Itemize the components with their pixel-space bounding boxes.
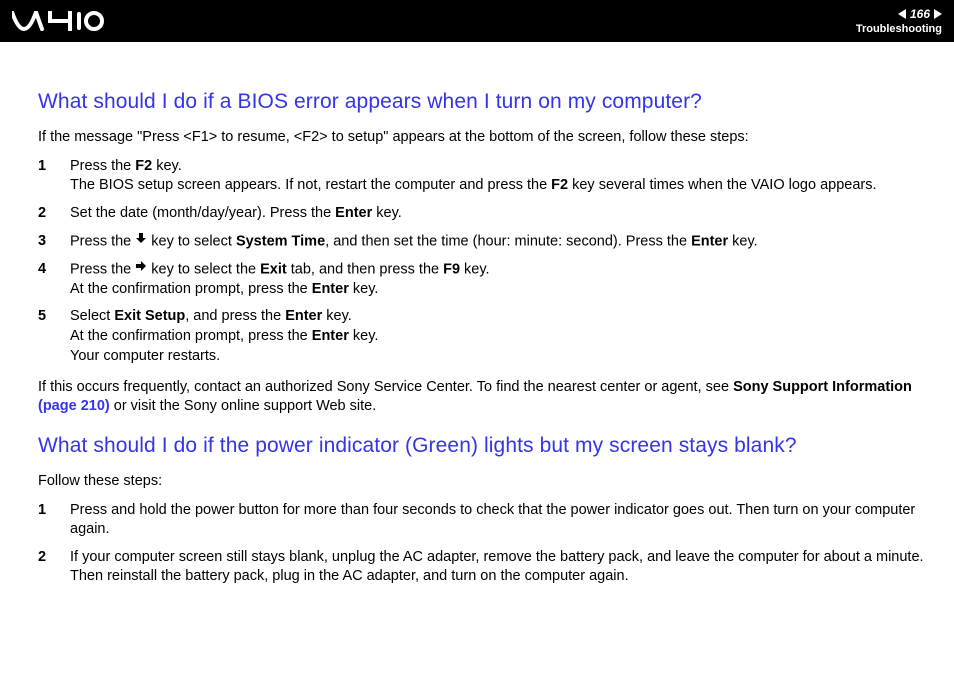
intro-text-1: If the message "Press <F1> to resume, <F…	[38, 128, 936, 147]
step-number: 3	[38, 232, 70, 252]
step-number: 1	[38, 157, 70, 196]
list-item: 3 Press the key to select System Time, a…	[38, 232, 936, 252]
header-bar: 166 Troubleshooting	[0, 0, 954, 42]
heading-bios-error: What should I do if a BIOS error appears…	[38, 90, 936, 114]
down-arrow-icon	[135, 231, 147, 251]
intro-text-2: Follow these steps:	[38, 472, 936, 491]
steps-list-2: 1 Press and hold the power button for mo…	[38, 501, 936, 587]
step-body: Press the F2 key. The BIOS setup screen …	[70, 157, 936, 196]
outro-text-1: If this occurs frequently, contact an au…	[38, 378, 936, 416]
page-number: 166	[910, 7, 930, 21]
step-body: Press and hold the power button for more…	[70, 501, 936, 540]
step-number: 2	[38, 204, 70, 224]
page-content: What should I do if a BIOS error appears…	[0, 42, 954, 587]
right-arrow-icon	[135, 259, 147, 279]
nav-prev-icon[interactable]	[898, 9, 906, 19]
step-body: If your computer screen still stays blan…	[70, 548, 936, 587]
nav-next-icon[interactable]	[934, 9, 942, 19]
page-nav: 166	[898, 7, 942, 21]
vaio-logo	[12, 11, 104, 31]
page-link-210[interactable]: (page 210)	[38, 398, 110, 414]
step-body: Set the date (month/day/year). Press the…	[70, 204, 936, 224]
step-body: Select Exit Setup, and press the Enter k…	[70, 307, 936, 366]
list-item: 2 If your computer screen still stays bl…	[38, 548, 936, 587]
list-item: 4 Press the key to select the Exit tab, …	[38, 260, 936, 300]
step-body: Press the key to select System Time, and…	[70, 232, 936, 252]
section-label: Troubleshooting	[856, 23, 942, 35]
list-item: 5 Select Exit Setup, and press the Enter…	[38, 307, 936, 366]
step-number: 1	[38, 501, 70, 540]
list-item: 1 Press the F2 key. The BIOS setup scree…	[38, 157, 936, 196]
step-body: Press the key to select the Exit tab, an…	[70, 260, 936, 300]
step-number: 2	[38, 548, 70, 587]
step-number: 5	[38, 307, 70, 366]
list-item: 1 Press and hold the power button for mo…	[38, 501, 936, 540]
step-number: 4	[38, 260, 70, 300]
heading-power-indicator: What should I do if the power indicator …	[38, 434, 936, 458]
header-right: 166 Troubleshooting	[856, 7, 942, 35]
steps-list-1: 1 Press the F2 key. The BIOS setup scree…	[38, 157, 936, 366]
list-item: 2 Set the date (month/day/year). Press t…	[38, 204, 936, 224]
